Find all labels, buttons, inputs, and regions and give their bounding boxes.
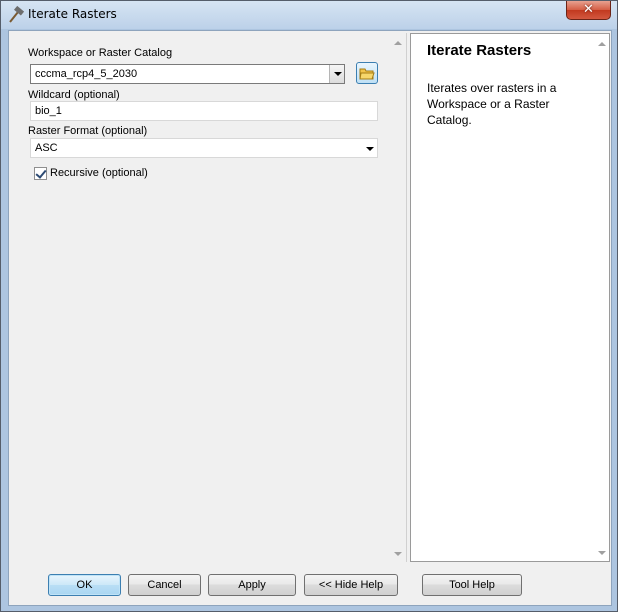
workspace-value: cccma_rcp4_5_2030: [35, 68, 138, 80]
cancel-button[interactable]: Cancel: [128, 574, 201, 596]
recursive-label: Recursive (optional): [50, 167, 148, 179]
tool-help-button[interactable]: Tool Help: [422, 574, 522, 596]
ok-button[interactable]: OK: [48, 574, 121, 596]
open-folder-icon: [357, 68, 377, 86]
apply-button[interactable]: Apply: [208, 574, 296, 596]
wildcard-label: Wildcard (optional): [28, 89, 120, 101]
help-pane: Iterate Rasters Iterates over rasters in…: [410, 33, 610, 562]
parameters-pane: Workspace or Raster Catalog cccma_rcp4_5…: [11, 33, 407, 562]
scroll-up-icon[interactable]: [598, 42, 606, 46]
raster-format-value: ASC: [35, 142, 58, 154]
help-scrollbar[interactable]: [595, 34, 609, 561]
iterate-rasters-dialog: Iterate Rasters ✕ Workspace or Raster Ca…: [0, 0, 618, 612]
browse-folder-button[interactable]: [356, 62, 378, 84]
title-bar[interactable]: Iterate Rasters ✕: [1, 1, 617, 29]
window-title: Iterate Rasters: [28, 7, 117, 21]
wildcard-input[interactable]: bio_1: [30, 101, 378, 121]
workspace-label: Workspace or Raster Catalog: [28, 47, 173, 59]
help-description: Iterates over rasters in a Workspace or …: [427, 81, 557, 127]
hammer-icon: [7, 5, 25, 24]
parameters-scrollbar[interactable]: [391, 33, 405, 562]
chevron-down-icon[interactable]: [329, 65, 344, 83]
scroll-down-icon[interactable]: [394, 552, 402, 556]
hide-help-button[interactable]: << Hide Help: [304, 574, 398, 596]
help-title: Iterate Rasters: [427, 42, 532, 59]
close-icon: ✕: [583, 2, 594, 17]
dialog-body: Workspace or Raster Catalog cccma_rcp4_5…: [8, 30, 612, 606]
chevron-down-icon: [366, 147, 374, 151]
workspace-combo[interactable]: cccma_rcp4_5_2030: [30, 64, 345, 84]
scroll-up-icon[interactable]: [394, 41, 402, 45]
recursive-checkbox[interactable]: [34, 167, 47, 180]
scroll-down-icon[interactable]: [598, 551, 606, 555]
raster-format-select[interactable]: ASC: [30, 138, 378, 158]
raster-format-label: Raster Format (optional): [28, 125, 148, 137]
close-button[interactable]: ✕: [566, 1, 611, 20]
